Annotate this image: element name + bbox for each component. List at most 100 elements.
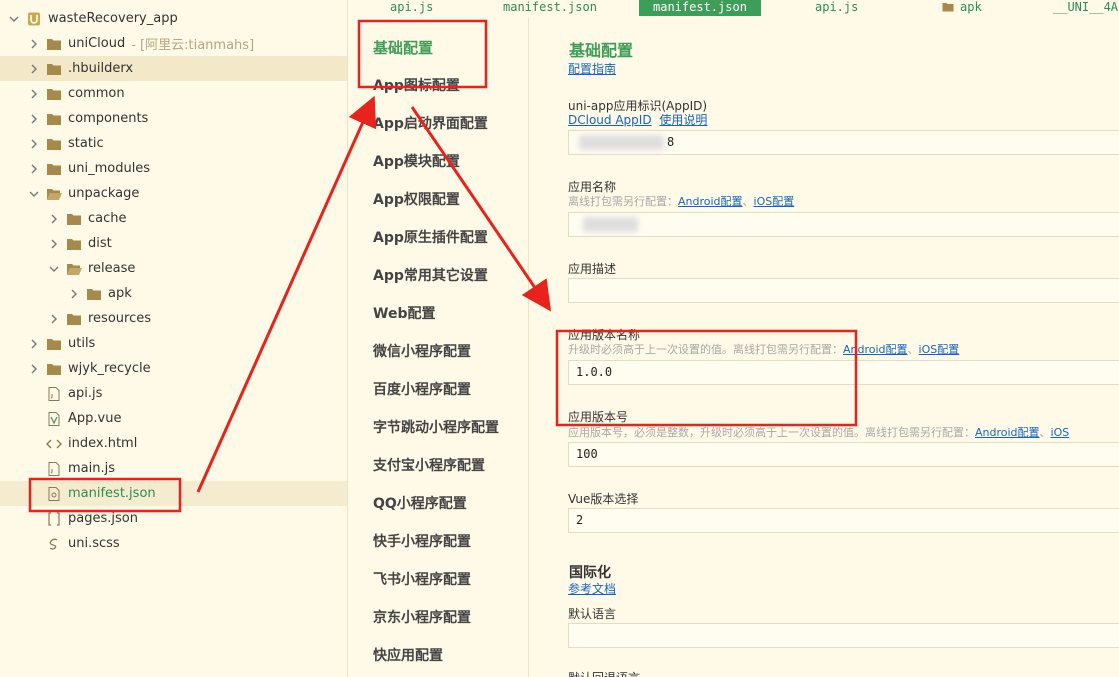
nav-basic-config[interactable]: 基础配置 (373, 37, 433, 58)
nav-toutiao-mp-config[interactable]: 字节跳动小程序配置 (373, 417, 499, 437)
chevron-right-icon[interactable] (28, 163, 40, 175)
android-config-link[interactable]: Android配置 (843, 343, 908, 356)
android-config-link[interactable]: Android配置 (975, 426, 1040, 439)
tree-item-wjyk_recycle[interactable]: wjyk_recycle (0, 356, 347, 381)
config-guide-link[interactable]: 配置指南 (568, 60, 616, 77)
appid-value-tail: 8 (667, 135, 675, 149)
tree-item-label: release (88, 261, 136, 276)
tab-manifest-json[interactable]: manifest.json (503, 0, 597, 16)
ios-config-link[interactable]: iOS配置 (919, 343, 960, 356)
folder-icon (66, 237, 82, 251)
tree-root-wasteRecovery_app[interactable]: wasteRecovery_app (0, 6, 347, 31)
tree-item-label: wasteRecovery_app (48, 11, 178, 26)
js-file-icon (46, 386, 62, 401)
i18n-doc-link[interactable]: 参考文档 (568, 580, 616, 597)
chevron-right-icon[interactable] (28, 363, 40, 375)
nav-app-native-plugin-config[interactable]: App原生插件配置 (373, 227, 488, 247)
nav-qq-mp-config[interactable]: QQ小程序配置 (373, 493, 467, 513)
tree-item-pages-json[interactable]: pages.json (0, 506, 347, 531)
version-code-hint-text: 应用版本号，必须是整数，升级时必须高于上一次设置的值。离线打包需另行配置： (568, 426, 975, 439)
nav-app-icon-config[interactable]: App图标配置 (373, 75, 460, 95)
nav-baidu-mp-config[interactable]: 百度小程序配置 (373, 379, 471, 399)
js-file-icon (46, 461, 62, 476)
nav-app-permission-config[interactable]: App权限配置 (373, 189, 460, 209)
tree-item-uni_modules[interactable]: uni_modules (0, 156, 347, 181)
nav-weixin-mp-config[interactable]: 微信小程序配置 (373, 341, 471, 361)
dcloud-appid-link[interactable]: DCloud AppID (568, 113, 652, 127)
tab-manifest-json-active[interactable]: manifest.json (639, 0, 761, 16)
tree-item-unpackage[interactable]: unpackage (0, 181, 347, 206)
chevron-right-icon[interactable] (48, 213, 60, 225)
nav-app-splash-config[interactable]: App启动界面配置 (373, 113, 488, 133)
nav-feishu-mp-config[interactable]: 飞书小程序配置 (373, 569, 471, 589)
tab-api-js[interactable]: api.js (390, 0, 433, 16)
tree-item-label: utils (68, 336, 96, 351)
nav-alipay-mp-config[interactable]: 支付宝小程序配置 (373, 455, 485, 475)
tree-item-label: index.html (68, 436, 138, 451)
folder-icon (46, 137, 62, 151)
tree-item-cache[interactable]: cache (0, 206, 347, 231)
tree-item-manifest-json[interactable]: manifest.json (0, 481, 347, 506)
chevron-right-icon[interactable] (28, 338, 40, 350)
folder-icon (46, 362, 62, 376)
nav-app-other-settings[interactable]: App常用其它设置 (373, 265, 488, 285)
version-name-hint: 升级时必须高于上一次设置的值。离线打包需另行配置：Android配置、iOS配置 (568, 341, 959, 357)
tree-item-dist[interactable]: dist (0, 231, 347, 256)
tree-item-resources[interactable]: resources (0, 306, 347, 331)
ios-config-link[interactable]: iOS (1051, 426, 1070, 439)
chevron-right-icon[interactable] (28, 63, 40, 75)
tree-item-common[interactable]: common (0, 81, 347, 106)
appid-input[interactable]: 8 (568, 130, 1119, 155)
tree-item-apk[interactable]: apk (0, 281, 347, 306)
ios-config-link[interactable]: iOS配置 (754, 195, 795, 208)
tree-item-hbuilderx[interactable]: .hbuilderx (0, 56, 347, 81)
nav-app-module-config[interactable]: App模块配置 (373, 151, 460, 171)
folder-icon (46, 162, 62, 176)
android-config-link[interactable]: Android配置 (678, 195, 743, 208)
vue-file-icon (46, 411, 62, 426)
tree-item-static[interactable]: static (0, 131, 347, 156)
tree-item-main-js[interactable]: main.js (0, 456, 347, 481)
chevron-right-icon[interactable] (28, 38, 40, 50)
tab-api-js-2[interactable]: api.js (815, 0, 858, 16)
nav-quickapp-config[interactable]: 快应用配置 (373, 645, 443, 665)
chevron-right-icon[interactable] (28, 138, 40, 150)
tree-item-utils[interactable]: utils (0, 331, 347, 356)
chevron-right-icon[interactable] (68, 288, 80, 300)
section-title: 基础配置 (569, 41, 634, 60)
tab-uni-appid[interactable]: __UNI__4A (1053, 0, 1118, 16)
nav-jd-mp-config[interactable]: 京东小程序配置 (373, 607, 471, 627)
nav-kuaishou-mp-config[interactable]: 快手小程序配置 (373, 531, 471, 551)
appid-usage-link[interactable]: 使用说明 (659, 113, 707, 127)
appdesc-input[interactable] (568, 278, 1119, 303)
tree-item-unicloud[interactable]: uniCloud - [阿里云:tianmahs] (0, 31, 347, 56)
tree-item-label: .hbuilderx (68, 61, 134, 76)
chevron-right-icon[interactable] (28, 113, 40, 125)
appname-input[interactable] (568, 212, 1119, 237)
chevron-right-icon[interactable] (28, 88, 40, 100)
tree-item-uni-scss[interactable]: uni.scss (0, 531, 347, 556)
tree-item-components[interactable]: components (0, 106, 347, 131)
editor-tabs: api.js manifest.json manifest.json api.j… (348, 0, 1119, 16)
fallback-lang-label: 默认回退语言 (568, 669, 640, 677)
chevron-right-icon[interactable] (48, 313, 60, 325)
tree-item-api-js[interactable]: api.js (0, 381, 347, 406)
tree-item-label: static (68, 136, 104, 151)
version-code-input[interactable]: 100 (568, 442, 1119, 467)
nav-web-config[interactable]: Web配置 (373, 303, 435, 323)
tab-apk[interactable]: apk (942, 0, 982, 16)
tree-item-index-html[interactable]: index.html (0, 431, 347, 456)
version-name-input[interactable]: 1.0.0 (568, 360, 1119, 385)
chevron-down-icon[interactable] (8, 13, 20, 25)
tree-item-label: components (68, 111, 149, 126)
folder-icon (46, 62, 62, 76)
vue-version-label: Vue版本选择 (568, 492, 639, 506)
tree-item-app-vue[interactable]: App.vue (0, 406, 347, 431)
chevron-down-icon[interactable] (28, 188, 40, 200)
chevron-down-icon[interactable] (48, 263, 60, 275)
tree-item-release[interactable]: release (0, 256, 347, 281)
folder-icon (66, 212, 82, 226)
vue-version-select[interactable]: 2 (568, 508, 1119, 533)
default-lang-input[interactable] (568, 623, 1119, 648)
chevron-right-icon[interactable] (48, 238, 60, 250)
